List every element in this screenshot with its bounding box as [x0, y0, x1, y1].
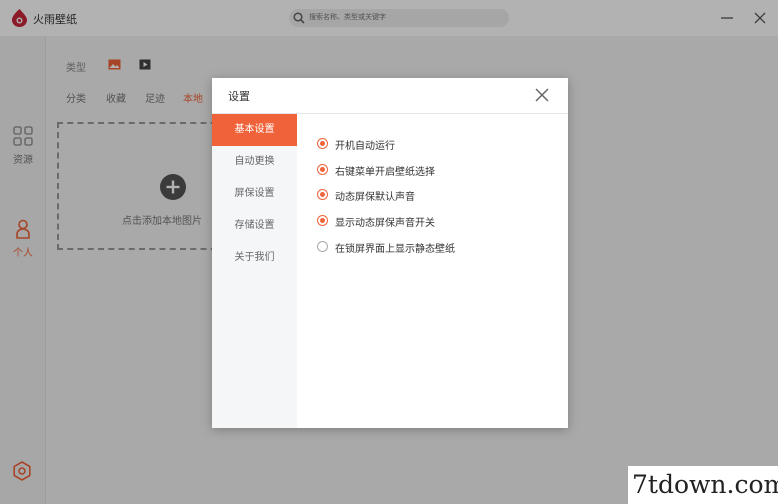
option-label: 动态屏保默认声音 [335, 192, 415, 203]
option-label: 在锁屏界面上显示静态壁纸 [335, 244, 455, 255]
dialog-title: 设置 [228, 90, 250, 103]
radio-button[interactable] [317, 138, 328, 149]
radio-button[interactable] [317, 189, 328, 200]
nav-screensaver-settings[interactable]: 屏保设置 [212, 178, 297, 210]
option-label: 显示动态屏保声音开关 [335, 218, 435, 229]
nav-storage-settings[interactable]: 存储设置 [212, 210, 297, 242]
dialog-header: 设置 [212, 78, 568, 114]
close-icon[interactable] [533, 86, 551, 104]
nav-about-us[interactable]: 关于我们 [212, 242, 297, 274]
settings-dialog: 设置 基本设置 自动更换 屏保设置 存储设置 关于我们 开机自动运行 右键菜单开… [212, 78, 568, 428]
radio-button[interactable] [317, 241, 328, 252]
option-label: 右键菜单开启壁纸选择 [335, 167, 435, 178]
nav-basic-settings[interactable]: 基本设置 [212, 114, 297, 146]
watermark: 7tdown.com [628, 466, 778, 504]
settings-nav: 基本设置 自动更换 屏保设置 存储设置 关于我们 [212, 114, 297, 428]
radio-button[interactable] [317, 215, 328, 226]
watermark-text: 7tdown.com [632, 470, 778, 499]
nav-auto-change[interactable]: 自动更换 [212, 146, 297, 178]
option-label: 开机自动运行 [335, 141, 395, 152]
radio-button[interactable] [317, 164, 328, 175]
